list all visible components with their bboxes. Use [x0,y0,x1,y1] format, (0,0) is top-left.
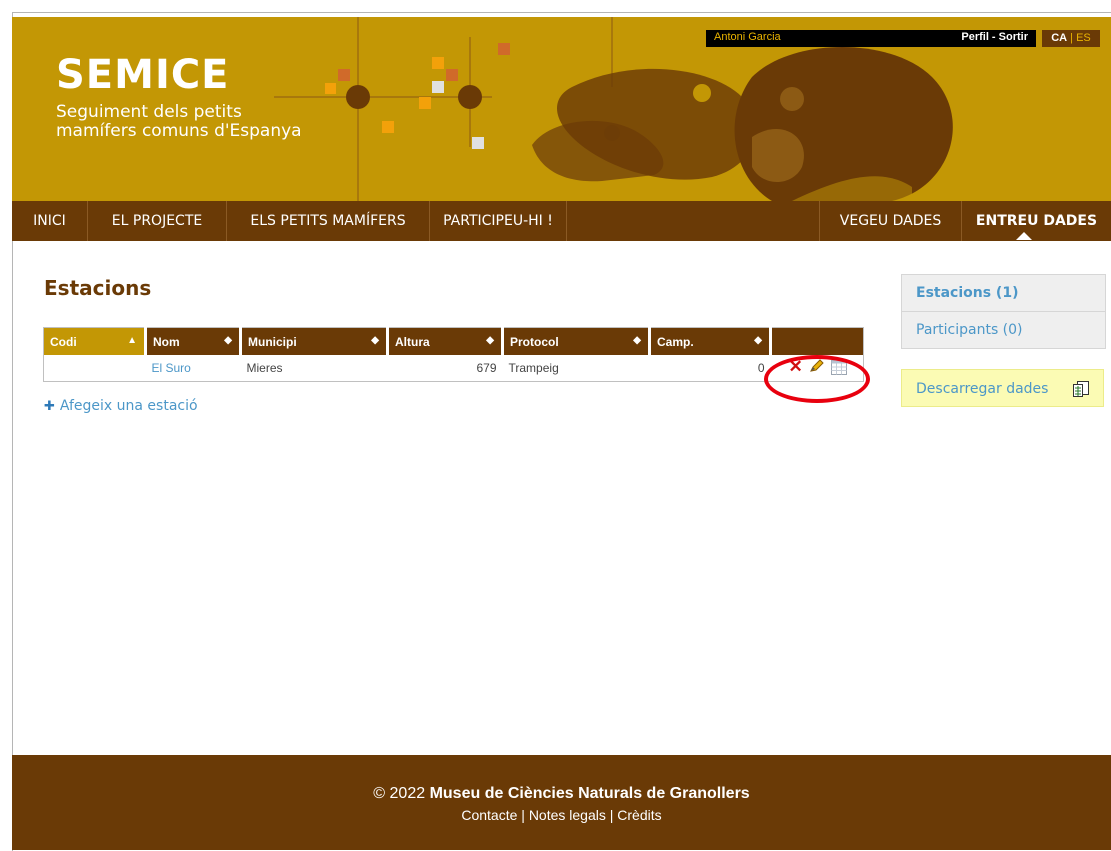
site-brand[interactable]: SEMICE Seguiment dels petits mamífers co… [56,55,316,141]
stations-table: Codi ▲ Nom ◆ Municipi ◆ Altura ◆ Protocol ◆ C… [43,327,864,382]
sidebar-item-participants[interactable]: Participants (0) [902,312,1105,348]
active-nav-indicator [1016,232,1032,240]
footer-separator: | [517,807,529,823]
page-title: Estacions [44,276,152,300]
footer-links: Contacte | Notes legals | Crèdits [12,807,1111,823]
column-header-actions [770,327,864,355]
lang-ca[interactable]: CA [1051,32,1067,44]
spreadsheet-icon [1073,381,1089,397]
sort-icon: ◆ [486,335,494,346]
cell-municipi: Mieres [246,361,283,375]
download-data-button[interactable]: Descarregar dades [901,369,1104,407]
cell-altura: 679 [476,361,497,375]
table-row: El Suro Mieres 679 Trampeig 0 ✕ [44,355,864,382]
site-footer: © 2022 Museu de Ciències Naturals de Gra… [12,755,1111,850]
footer-link-notes-legals[interactable]: Notes legals [529,807,606,823]
site-header: SEMICE Seguiment dels petits mamífers co… [12,17,1111,201]
sidebar-item-estacions[interactable]: Estacions (1) [902,275,1105,311]
footer-separator: | [605,807,618,823]
footer-link-credits[interactable]: Crèdits [617,807,661,823]
user-name[interactable]: Antoni Garcia [714,31,781,43]
column-header-codi[interactable]: Codi ▲ [43,327,147,355]
footer-org-link[interactable]: Museu de Ciències Naturals de Granollers [430,785,750,802]
column-header-municipi[interactable]: Municipi ◆ [240,327,389,355]
sort-icon: ◆ [224,335,232,346]
cell-protocol: Trampeig [508,361,559,375]
sort-asc-icon: ▲ [127,335,137,346]
footer-link-contacte[interactable]: Contacte [461,807,517,823]
brand-title: SEMICE [56,52,230,98]
column-header-protocol[interactable]: Protocol ◆ [502,327,651,355]
language-switcher: CA | ES [1042,30,1100,47]
nav-item-entreu-dades[interactable]: ENTREU DADES [962,201,1111,241]
column-header-altura[interactable]: Altura ◆ [387,327,504,355]
cell-camp: 0 [757,361,765,375]
logout-link[interactable]: Sortir [999,31,1028,43]
station-link[interactable]: El Suro [152,361,191,375]
column-header-nom[interactable]: Nom ◆ [145,327,242,355]
column-label: Protocol [510,334,559,349]
sort-icon: ◆ [371,335,379,346]
table-header-row: Codi ▲ Nom ◆ Municipi ◆ Altura ◆ Protocol ◆ C… [43,327,864,355]
nav-divider [566,201,567,241]
add-station-label: Afegeix una estació [59,398,198,414]
download-label: Descarregar dades [916,381,1049,397]
profile-link[interactable]: Perfil [961,31,989,43]
sort-icon: ◆ [754,335,762,346]
lang-es[interactable]: ES [1076,32,1091,44]
sidebar-menu: Estacions (1) Participants (0) [901,274,1106,349]
main-nav: INICI EL PROJECTE ELS PETITS MAMÍFERS PA… [12,201,1111,241]
brand-subtitle: Seguiment dels petits mamífers comuns d'… [56,102,302,141]
links-separator: - [988,31,999,43]
add-icon: ✚ [44,399,55,414]
actions-highlight-circle [764,355,870,403]
user-bar: Antoni Garcia Perfil - Sortir [706,30,1036,47]
column-label: Codi [50,334,77,349]
column-label: Municipi [248,334,297,349]
footer-copyright: © 2022 Museu de Ciències Naturals de Gra… [12,785,1111,803]
cell-nom: El Suro [146,355,241,382]
nav-item-participeu-hi[interactable]: PARTICIPEU-HI ! [430,201,566,241]
column-header-camp[interactable]: Camp. ◆ [649,327,772,355]
nav-item-inici[interactable]: INICI [12,201,87,241]
nav-item-els-petits-mamifers[interactable]: ELS PETITS MAMÍFERS [227,201,429,241]
nav-item-vegeu-dades[interactable]: VEGEU DADES [820,201,961,241]
column-label: Nom [153,334,180,349]
sort-icon: ◆ [633,335,641,346]
column-label: Altura [395,334,430,349]
lang-separator: | [1067,32,1077,44]
cell-codi [44,355,146,382]
nav-item-el-projecte[interactable]: EL PROJECTE [88,201,226,241]
column-label: Camp. [657,334,694,349]
user-links: Perfil - Sortir [961,31,1028,43]
copyright-year: © 2022 [373,785,426,802]
add-station-link[interactable]: ✚ Afegeix una estació [44,398,198,414]
